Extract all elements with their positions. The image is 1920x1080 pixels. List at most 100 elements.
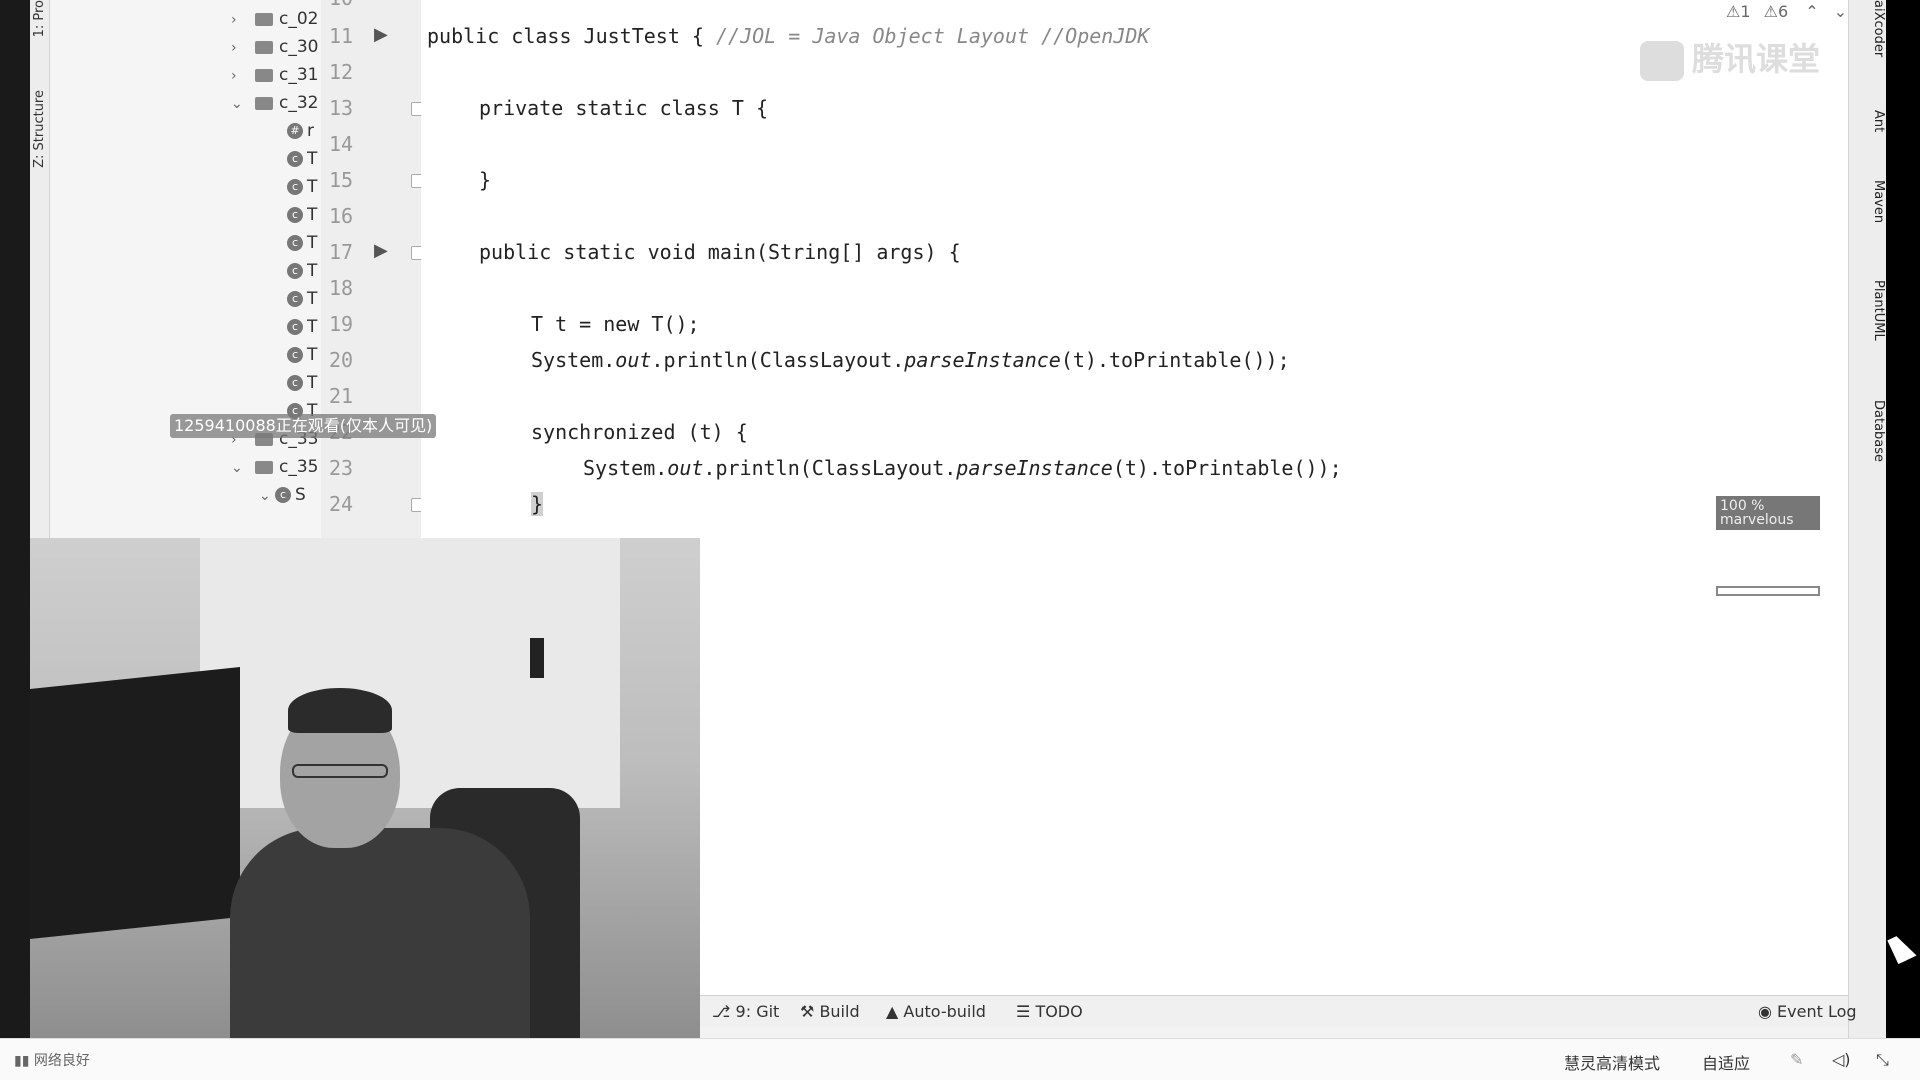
tree-folder-c35[interactable]: ⌄ c_35 [231,454,318,480]
build-tool-button[interactable]: ⚒ Build [800,1002,860,1021]
volume-icon[interactable]: ◁) [1832,1050,1851,1069]
tree-class[interactable]: cT [287,286,317,312]
tree-label: S [295,485,306,505]
tree-label: c_32 [279,93,319,113]
code-line-15: } [479,168,492,192]
warning-icon: ▲ [886,1002,904,1021]
code-text: .println(ClassLayout. [703,456,957,480]
plantuml-tool-button[interactable]: PlantUML [1871,280,1886,341]
folder-icon [255,40,273,54]
tree-class[interactable]: cT [287,146,317,172]
class-icon: c [287,263,303,279]
player-status-bar: ▮▮ 网络良好 慧灵高清模式 自适应 ✎ ◁) ⤡ [0,1038,1920,1080]
chevron-right-icon[interactable]: › [231,35,247,61]
event-log-button[interactable]: ◉ Event Log [1758,1002,1857,1021]
tree-label: T [307,177,318,197]
monitor [30,666,240,940]
tree-label: T [307,345,318,365]
pin-icon[interactable]: ✎ [1790,1050,1803,1069]
line-number: 14 [329,132,354,156]
chevron-right-icon[interactable]: › [231,7,247,33]
left-dark-margin [0,0,30,1040]
tree-class[interactable]: cT [287,174,317,200]
tree-class[interactable]: cT [287,342,317,368]
zoom-percent: 100 % [1720,498,1765,514]
tool-label: Event Log [1777,1002,1857,1021]
tree-class[interactable]: cT [287,314,317,340]
fit-mode-button[interactable]: 自适应 [1702,1050,1750,1074]
line-number: 20 [329,348,354,372]
code-line-20: System.out.println(ClassLayout.parseInst… [531,348,1290,372]
run-icon[interactable]: ▶ [374,240,388,261]
code-line-23: System.out.println(ClassLayout.parseInst… [583,456,1342,480]
tree-label: T [307,205,318,225]
todo-tool-button[interactable]: ☰ TODO [1016,1002,1083,1021]
line-number: 19 [329,312,354,336]
tree-folder-c30[interactable]: › c_30 [231,34,318,60]
weak-warning-count: 6 [1777,2,1789,21]
line-number: 17 [329,240,354,264]
class-icon: c [287,291,303,307]
zoom-badge: 100 % marvelous [1716,496,1820,530]
auto-build-tool-button[interactable]: ▲ Auto-build [886,1002,986,1021]
network-status: ▮▮ 网络良好 [14,1050,90,1070]
line-number: 21 [329,384,354,408]
tree-class[interactable]: ⌄ c S [259,482,306,508]
code-comment: //JOL = Java Object Layout //OpenJDK [715,24,1150,48]
hammer-icon: ⚒ [800,1002,820,1021]
logo-text: 腾讯课堂 [1692,40,1821,78]
class-icon: c [287,151,303,167]
class-icon: c [287,375,303,391]
project-tool-button[interactable]: 1: Pro [32,0,47,37]
inspection-widget[interactable]: ⚠1 ⚠6 ⌃ ⌄ [1726,2,1847,21]
logo-icon [1640,41,1684,81]
tree-class[interactable]: cT [287,370,317,396]
tree-label: c_02 [279,9,319,29]
quality-mode-button[interactable]: 慧灵高清模式 [1564,1050,1660,1074]
class-icon: c [287,319,303,335]
structure-tool-button[interactable]: Z: Structure [32,90,47,168]
tree-class[interactable]: cT [287,258,317,284]
chevron-right-icon[interactable]: › [231,63,247,89]
chevron-down-icon[interactable]: ⌄ [231,455,247,481]
line-number: 12 [329,60,354,84]
tree-folder-c31[interactable]: › c_31 [231,62,318,88]
tree-class[interactable]: cT [287,230,317,256]
aixcoder-tool-button[interactable]: aiXcoder [1871,0,1886,57]
tree-folder-c02[interactable]: › c_02 [231,6,318,32]
chevron-up-icon[interactable]: ⌃ [1805,2,1818,21]
chevron-down-icon[interactable]: ⌄ [1834,2,1847,21]
tree-label: T [307,233,318,253]
line-number: 13 [329,96,354,120]
line-number: 18 [329,276,354,300]
code-text: .println(ClassLayout. [651,348,905,372]
ant-tool-button[interactable]: Ant [1871,110,1886,132]
class-icon: c [287,235,303,251]
chevron-down-icon[interactable]: ⌄ [259,483,275,509]
tree-label: T [307,289,318,309]
database-tool-button[interactable]: Database [1871,400,1886,462]
exit-fullscreen-icon[interactable]: ⤡ [1876,1050,1889,1070]
class-icon: c [287,207,303,223]
maven-tool-button[interactable]: Maven [1871,180,1886,223]
signal-icon: ▮▮ [14,1053,34,1069]
tree-folder-c32[interactable]: ⌄ c_32 [231,90,318,116]
tree-label: c_31 [279,65,319,85]
tree-class[interactable]: cT [287,202,317,228]
chevron-down-icon[interactable]: ⌄ [231,91,247,117]
line-number: 15 [329,168,354,192]
tool-label: 9: Git [735,1002,780,1021]
tree-label: T [307,149,318,169]
network-label: 网络良好 [33,1053,90,1069]
tree-label: c_30 [279,37,319,57]
code-text: (t).toPrintable()); [1112,456,1342,480]
list-icon: ☰ [1016,1002,1036,1021]
tool-label: Build [819,1002,860,1021]
run-icon[interactable]: ▶ [374,24,388,45]
line-number: 16 [329,204,354,228]
git-tool-button[interactable]: ⎇ 9: Git [712,1002,779,1021]
code-method: parseInstance [956,456,1113,480]
tool-window-bar: ⎇ 9: Git ⚒ Build ▲ Auto-build ☰ TODO ◉ E… [700,995,1857,1027]
folder-icon [255,96,273,110]
tree-file[interactable]: # r [287,118,314,144]
